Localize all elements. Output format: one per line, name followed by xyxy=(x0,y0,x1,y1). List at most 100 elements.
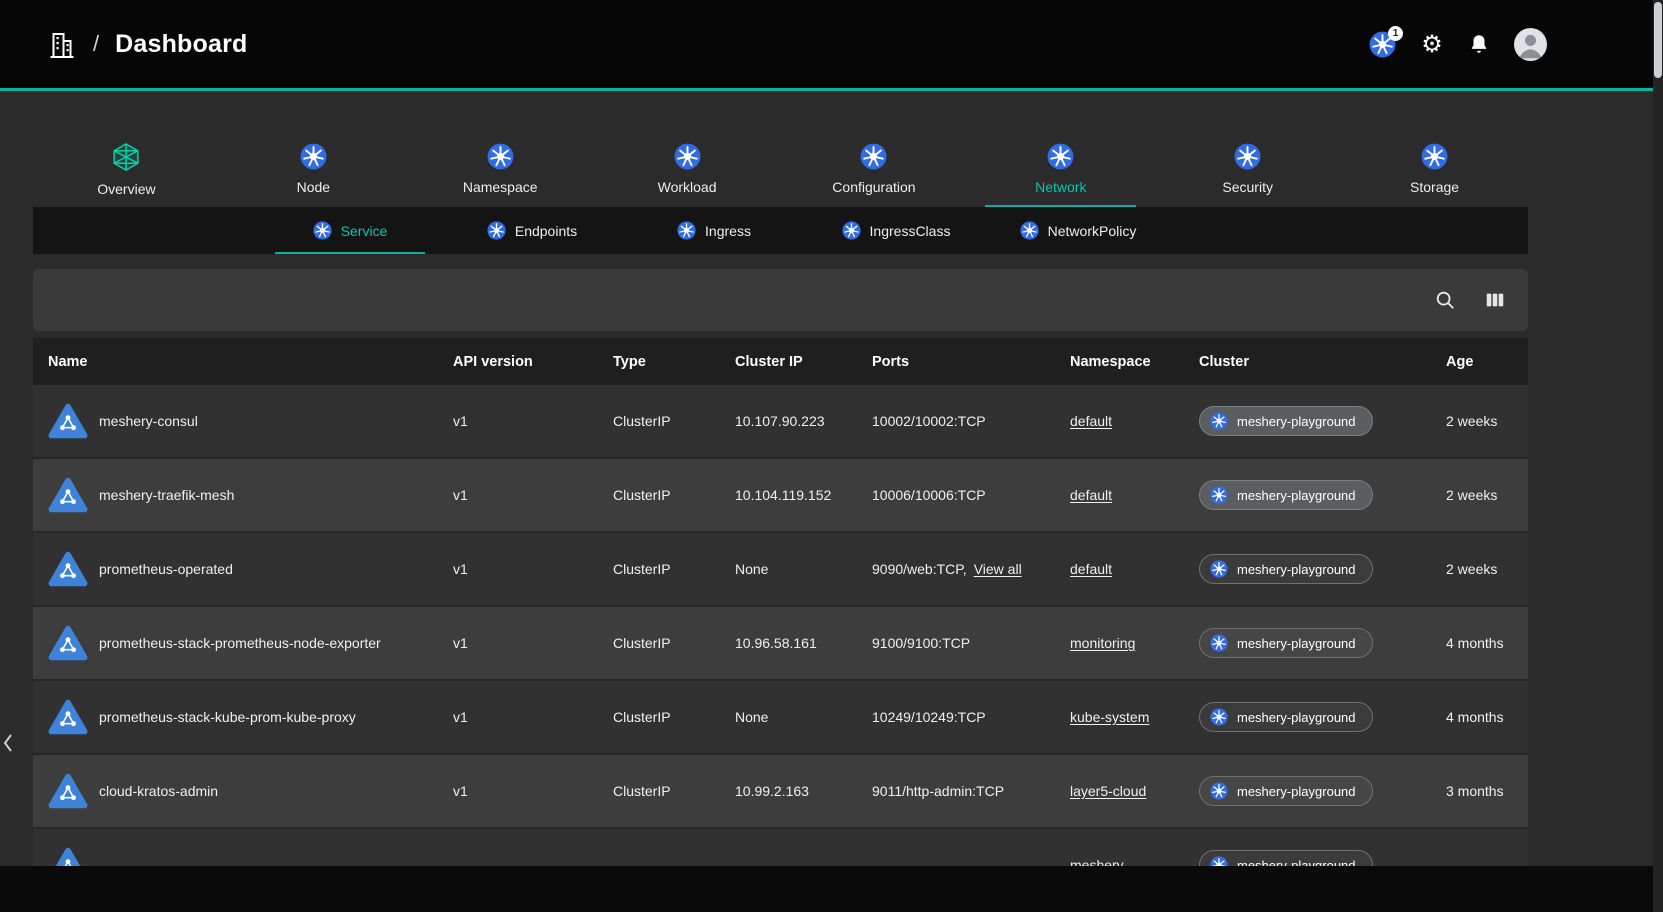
cluster-chip[interactable]: meshery-playground xyxy=(1199,776,1373,806)
category-tab[interactable]: Namespace xyxy=(407,131,594,207)
kubernetes-context-button[interactable]: 1 xyxy=(1369,31,1396,58)
cluster-name: meshery-playground xyxy=(1237,636,1356,651)
kubernetes-icon xyxy=(1210,708,1228,726)
category-tab[interactable]: Configuration xyxy=(781,131,968,207)
type-cell: ClusterIP xyxy=(598,635,720,651)
api-version-cell: v1 xyxy=(438,783,598,799)
api-version: v1 xyxy=(453,487,468,503)
age: 2 weeks xyxy=(1446,561,1497,577)
services-table: Name API version Type Cluster IP Ports N… xyxy=(33,338,1528,903)
cluster-chip[interactable]: meshery-playground xyxy=(1199,554,1373,584)
search-button[interactable] xyxy=(1434,289,1456,311)
resource-subtab[interactable]: Endpoints xyxy=(441,207,623,254)
table-row[interactable]: prometheus-stack-prometheus-node-exporte… xyxy=(33,607,1528,681)
age-cell: 4 months xyxy=(1431,635,1528,651)
type-cell: ClusterIP xyxy=(598,783,720,799)
table-row[interactable]: prometheus-operated v1 ClusterIP None 90… xyxy=(33,533,1528,607)
resource-subtab[interactable]: Ingress xyxy=(623,207,805,254)
resource-subtab[interactable]: NetworkPolicy xyxy=(987,207,1169,254)
table-row[interactable]: meshery-consul v1 ClusterIP 10.107.90.22… xyxy=(33,385,1528,459)
api-version-cell: v1 xyxy=(438,561,598,577)
age: 2 weeks xyxy=(1446,413,1497,429)
kubernetes-icon xyxy=(1234,143,1261,170)
namespace-link[interactable]: layer5-cloud xyxy=(1070,783,1146,799)
service-name: prometheus-stack-prometheus-node-exporte… xyxy=(99,635,381,651)
table-row[interactable]: cloud-kratos-admin v1 ClusterIP 10.99.2.… xyxy=(33,755,1528,829)
category-tab[interactable]: Security xyxy=(1154,131,1341,207)
cluster-cell: meshery-playground xyxy=(1184,628,1431,658)
table-row[interactable]: meshery-traefik-mesh v1 ClusterIP 10.104… xyxy=(33,459,1528,533)
breadcrumb-separator: / xyxy=(93,31,99,57)
category-tab[interactable]: Storage xyxy=(1341,131,1528,207)
service-name: meshery-consul xyxy=(99,413,198,429)
cluster-name: meshery-playground xyxy=(1237,784,1356,799)
age-cell: 3 months xyxy=(1431,783,1528,799)
column-header-api-version: API version xyxy=(438,354,598,370)
cluster-chip[interactable]: meshery-playground xyxy=(1199,628,1373,658)
category-tab-label: Storage xyxy=(1410,179,1459,195)
api-version-cell: v1 xyxy=(438,635,598,651)
service-icon xyxy=(48,625,88,661)
cluster-ip-cell: 10.96.58.161 xyxy=(720,635,857,651)
cluster-ip: None xyxy=(735,561,768,577)
ports-cell: 10249/10249:TCP xyxy=(857,709,1055,725)
table-body: meshery-consul v1 ClusterIP 10.107.90.22… xyxy=(33,385,1528,903)
kubernetes-icon xyxy=(1020,221,1039,240)
column-view-button[interactable] xyxy=(1484,289,1506,311)
cluster-chip[interactable]: meshery-playground xyxy=(1199,702,1373,732)
age-cell: 2 weeks xyxy=(1431,413,1528,429)
avatar-icon xyxy=(1514,28,1547,61)
namespace-link[interactable]: default xyxy=(1070,561,1112,577)
cluster-chip[interactable]: meshery-playground xyxy=(1199,480,1373,510)
service-icon xyxy=(48,699,88,735)
gear-icon[interactable] xyxy=(1420,32,1444,56)
category-tab-label: Workload xyxy=(658,179,717,195)
cluster-cell: meshery-playground xyxy=(1184,776,1431,806)
api-version: v1 xyxy=(453,561,468,577)
age-cell: 4 months xyxy=(1431,709,1528,725)
ports: 9100/9100:TCP xyxy=(872,635,970,651)
resource-category-tabs: Overview Node xyxy=(33,131,1528,207)
resource-subtab[interactable]: IngressClass xyxy=(805,207,987,254)
service-type: ClusterIP xyxy=(613,487,671,503)
resource-subtab[interactable]: Service xyxy=(259,207,441,254)
service-name: prometheus-operated xyxy=(99,561,233,577)
column-header-age: Age xyxy=(1431,354,1528,370)
kubernetes-icon xyxy=(1047,143,1074,170)
kubernetes-icon xyxy=(300,143,327,170)
namespace-link[interactable]: default xyxy=(1070,487,1112,503)
kubernetes-icon xyxy=(1210,412,1228,430)
column-header-cluster: Cluster xyxy=(1184,354,1431,370)
cluster-chip[interactable]: meshery-playground xyxy=(1199,406,1373,436)
kubernetes-icon xyxy=(487,143,514,170)
api-version: v1 xyxy=(453,783,468,799)
kubernetes-icon xyxy=(1210,560,1228,578)
name-cell: cloud-kratos-admin xyxy=(33,773,438,809)
type-cell: ClusterIP xyxy=(598,487,720,503)
name-cell: meshery-consul xyxy=(33,403,438,439)
table-row[interactable]: prometheus-stack-kube-prom-kube-proxy v1… xyxy=(33,681,1528,755)
logo-button[interactable] xyxy=(48,29,75,59)
namespace-link[interactable]: monitoring xyxy=(1070,635,1135,651)
type-cell: ClusterIP xyxy=(598,561,720,577)
ports: 9011/http-admin:TCP xyxy=(872,783,1004,799)
avatar[interactable] xyxy=(1514,28,1547,61)
column-header-ports: Ports xyxy=(857,354,1055,370)
cluster-name: meshery-playground xyxy=(1237,710,1356,725)
category-tab[interactable]: Network xyxy=(967,131,1154,207)
building-icon xyxy=(48,29,75,59)
notifications-button[interactable] xyxy=(1468,32,1490,56)
view-all-link[interactable]: View all xyxy=(974,561,1022,577)
scrollbar-thumb[interactable] xyxy=(1654,2,1662,78)
search-icon xyxy=(1434,289,1456,311)
api-version: v1 xyxy=(453,413,468,429)
category-tab[interactable]: Workload xyxy=(594,131,781,207)
category-tab[interactable]: Overview xyxy=(33,131,220,207)
namespace-link[interactable]: kube-system xyxy=(1070,709,1149,725)
ports: 10002/10002:TCP xyxy=(872,413,986,429)
resource-subtab-label: NetworkPolicy xyxy=(1048,223,1137,239)
namespace-link[interactable]: default xyxy=(1070,413,1112,429)
drawer-collapse-button[interactable] xyxy=(2,728,20,758)
age-cell: 2 weeks xyxy=(1431,561,1528,577)
category-tab[interactable]: Node xyxy=(220,131,407,207)
